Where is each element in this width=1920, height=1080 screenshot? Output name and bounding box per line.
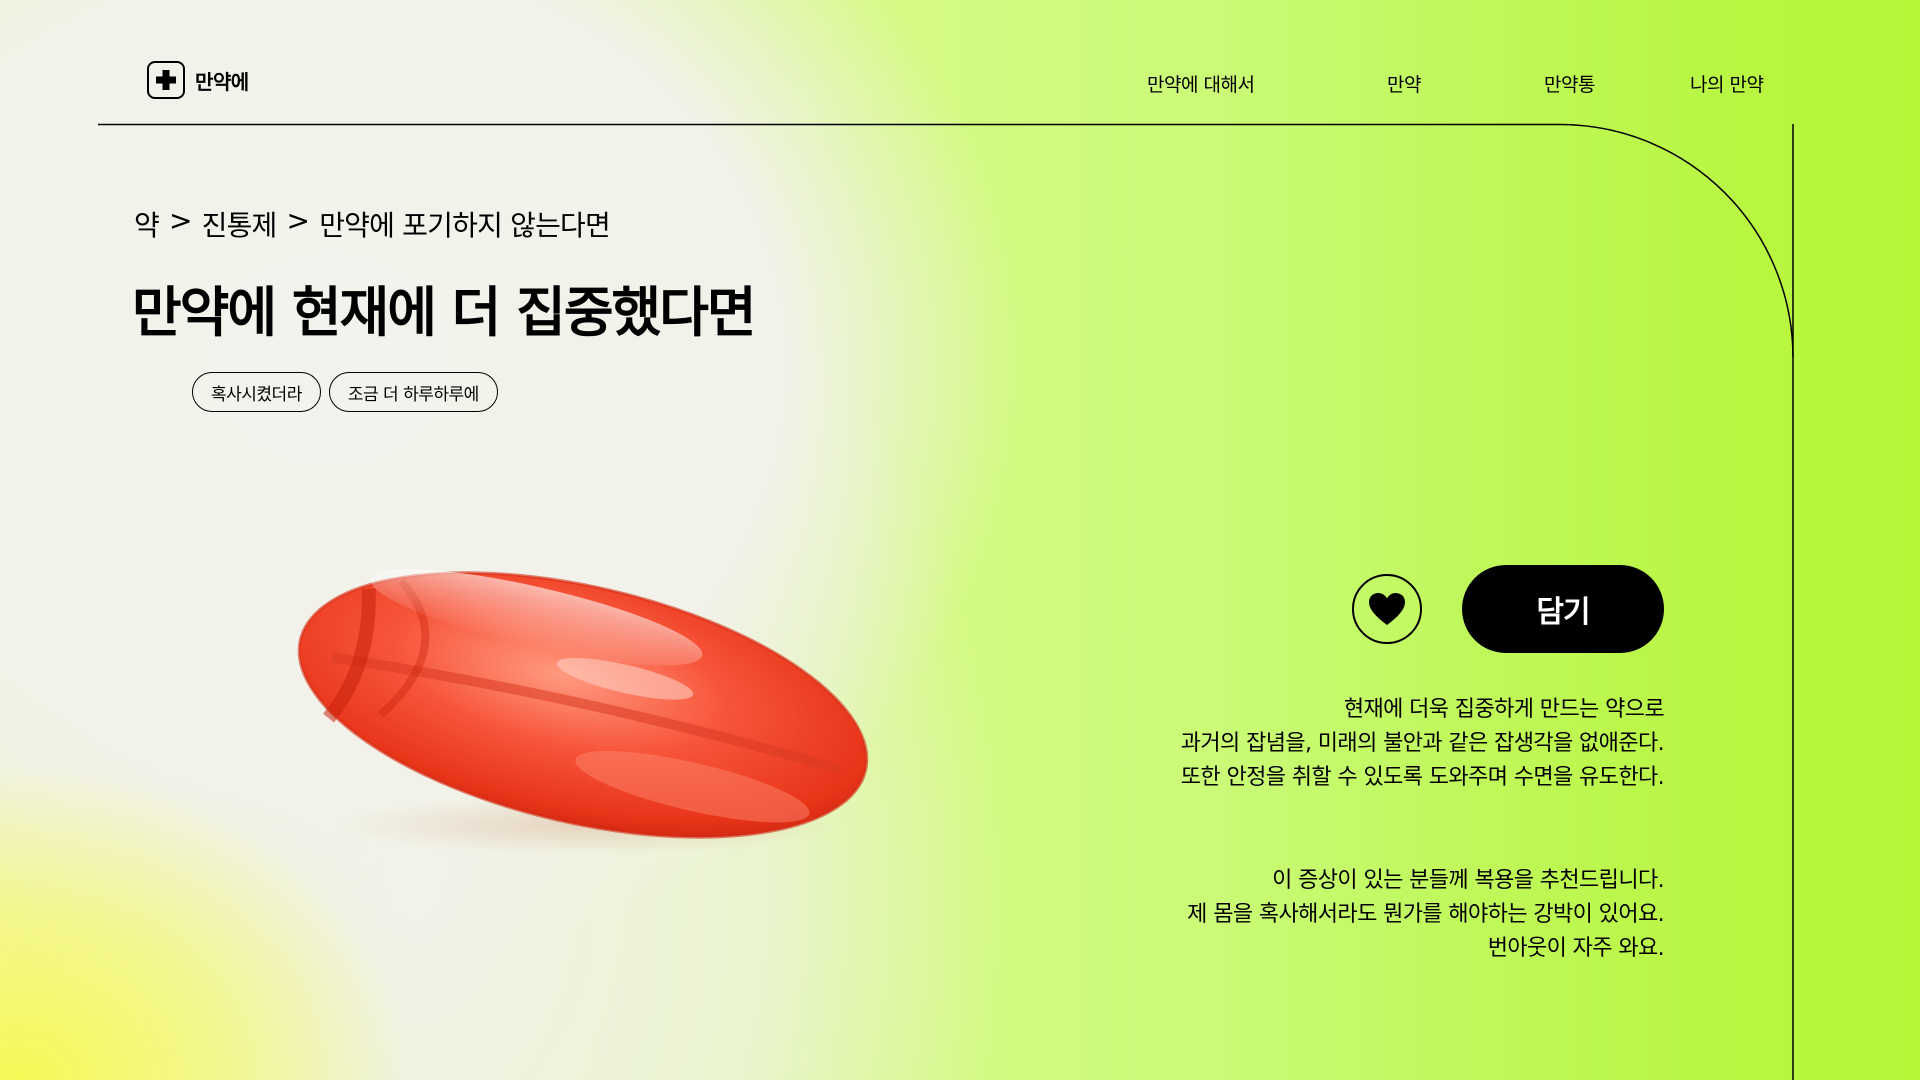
description-line: 과거의 잡념을, 미래의 불안과 같은 잡생각을 없애준다. [1180,731,1665,756]
product-tags: 혹사시켰더라 조금 더 하루하루에 [192,372,498,412]
breadcrumb-separator: > [168,204,192,237]
nav-item-manyak[interactable]: 만약 [1387,70,1421,97]
add-to-cart-button[interactable]: 담기 [1462,565,1664,653]
nav-item-about[interactable]: 만약에 대해서 [1147,70,1255,97]
capsule-image [297,569,869,855]
tag-chip[interactable]: 조금 더 하루하루에 [328,372,498,412]
recommendation-line: 이 증상이 있는 분들께 복용을 추천드립니다. [1272,868,1664,893]
breadcrumb-item-current: 만약에 포기하지 않는다면 [319,209,611,242]
description-line: 현재에 더욱 집중하게 만드는 약으로 [1343,697,1665,722]
recommendation-line: 제 몸을 혹사해서라도 뭔가를 해야하는 강박이 있어요. [1187,902,1664,927]
recommendation-line: 번아웃이 자주 와요. [1487,936,1665,961]
product-title: 만약에 현재에 더 집중했다면 [132,281,757,344]
tag-chip[interactable]: 혹사시켰더라 [192,372,321,412]
page: 만약에 만약에 대해서 만약 만약통 나의 만약 약 > 진통제 > 만약에 포… [0,0,1920,1080]
recommendation-text: 이 증상이 있는 분들께 복용을 추천드립니다. 제 몸을 혹사해서라도 뭔가를… [1187,864,1664,966]
description-line: 또한 안정을 취할 수 있도록 도와주며 수면을 유도한다. [1180,765,1665,790]
heart-icon [1369,593,1405,625]
breadcrumb: 약 > 진통제 > 만약에 포기하지 않는다면 [134,204,611,244]
nav-item-my-manyak[interactable]: 나의 만약 [1690,70,1764,97]
breadcrumb-item-medicine[interactable]: 약 [134,204,160,244]
product-description: 현재에 더욱 집중하게 만드는 약으로 과거의 잡념을, 미래의 불안과 같은 … [1180,693,1665,795]
like-button[interactable] [1352,574,1422,644]
nav-item-manyak-tong[interactable]: 만약통 [1544,70,1595,97]
breadcrumb-item-painkiller[interactable]: 진통제 [202,204,278,244]
breadcrumb-separator: > [286,204,310,237]
main-nav: 만약에 대해서 만약 만약통 나의 만약 [0,70,1920,96]
